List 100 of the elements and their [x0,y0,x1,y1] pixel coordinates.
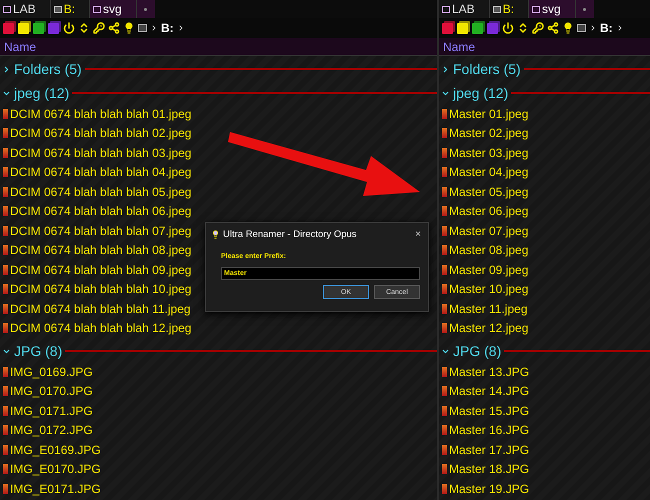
file-name[interactable]: Master 16.JPG [449,423,530,438]
tab[interactable]: B: [490,0,530,18]
share-icon[interactable] [108,22,120,34]
file-icon [442,366,447,377]
file-name[interactable]: Master 06.jpeg [449,204,528,218]
file-icon [442,386,447,396]
column-header[interactable]: Name [439,38,650,56]
file-icon [3,206,8,216]
file-name[interactable]: Master 19.JPG [449,482,530,496]
drive-icon [577,24,586,32]
file-icon [3,366,8,377]
file-name[interactable]: IMG_0172.JPG [10,423,93,438]
drive-icon [492,6,501,12]
file-icon [442,425,447,436]
file-name[interactable]: IMG_0171.JPG [10,404,93,418]
file-icon [3,186,8,197]
file-name[interactable]: Master 15.JPG [449,404,530,418]
file-icon [3,128,8,138]
file-name[interactable]: IMG_E0171.JPG [10,482,101,496]
file-icon [3,264,8,275]
group-title[interactable]: JPG (8) [14,343,62,359]
file-name[interactable]: Master 09.jpeg [449,262,528,277]
file-name[interactable]: DCIM 0674 blah blah blah 01.jpeg [10,106,192,121]
tab[interactable]: LAB [0,0,51,18]
group-title[interactable]: jpeg (12) [14,85,70,101]
folder-icon [3,6,11,12]
file-name[interactable]: DCIM 0674 blah blah blah 05.jpeg [10,184,192,199]
file-icon [442,406,447,416]
dialog-title: Ultra Renamer - Directory Opus [223,228,358,240]
file-name[interactable]: Master 11.jpeg [449,302,528,316]
power-icon[interactable] [502,22,514,34]
bulb-icon[interactable] [562,22,574,34]
file-icon [442,226,447,236]
column-header[interactable]: Name [0,38,437,56]
file-name[interactable]: DCIM 0674 blah blah blah 11.jpeg [10,302,191,316]
collapsed-icon[interactable] [2,64,11,74]
power-icon[interactable] [63,22,75,34]
tab[interactable]: svg [529,0,576,18]
tab[interactable]: svg [90,0,137,18]
file-name[interactable]: DCIM 0674 blah blah blah 12.jpeg [10,321,192,336]
tab[interactable]: LAB [439,0,490,18]
file-name[interactable]: DCIM 0674 blah blah blah 02.jpeg [10,126,192,140]
file-icon [3,245,8,256]
file-icon [3,226,8,236]
file-icon [442,148,447,158]
file-name[interactable]: Master 14.JPG [449,384,530,398]
file-icon [3,386,8,396]
file-name[interactable]: Master 04.jpeg [449,165,528,180]
group-title[interactable]: JPG (8) [453,343,502,359]
file-name[interactable]: IMG_E0169.JPG [10,442,101,457]
drive-icon [54,6,62,12]
file-name[interactable]: IMG_0169.JPG [10,364,93,379]
file-name[interactable]: Master 08.jpeg [449,243,528,258]
file-name[interactable]: DCIM 0674 blah blah blah 08.jpeg [10,243,192,258]
file-name[interactable]: DCIM 0674 blah blah blah 10.jpeg [10,282,192,296]
column-title: Name [443,40,476,54]
share-icon[interactable] [547,22,559,34]
up-down-icon[interactable] [517,22,529,34]
group-title[interactable]: Folders (5) [14,61,82,77]
file-name[interactable]: Master 18.JPG [449,462,530,476]
chevron-icon [589,24,597,32]
file-icon [3,304,8,314]
folder-icon [442,6,450,12]
tab[interactable]: B: [50,0,90,18]
collapsed-icon[interactable] [441,64,450,74]
stacked-squares-icon[interactable] [18,22,29,34]
file-icon [442,186,447,197]
file-name[interactable]: DCIM 0674 blah blah blah 09.jpeg [10,262,192,277]
file-name[interactable]: Master 02.jpeg [449,126,528,140]
bulb-icon[interactable] [123,22,135,34]
file-name[interactable]: Master 01.jpeg [449,106,528,121]
file-name[interactable]: Master 03.jpeg [449,146,528,160]
file-name[interactable]: DCIM 0674 blah blah blah 03.jpeg [10,146,192,160]
file-icon [442,264,447,275]
file-name[interactable]: DCIM 0674 blah blah blah 06.jpeg [10,204,192,218]
file-name[interactable]: IMG_E0170.JPG [10,462,101,476]
file-icon [3,323,8,334]
file-name[interactable]: Master 05.jpeg [449,184,528,199]
up-down-icon[interactable] [78,22,90,34]
key-icon[interactable] [93,22,105,34]
file-name[interactable]: Master 13.JPG [449,364,530,379]
file-name[interactable]: Master 17.JPG [449,442,530,457]
file-name[interactable]: Master 10.jpeg [449,282,528,296]
key-icon[interactable] [532,22,544,34]
file-icon [442,304,447,314]
file-name[interactable]: IMG_0170.JPG [10,384,93,398]
file-icon [3,108,8,119]
stacked-squares-icon[interactable] [457,22,468,34]
path-segment[interactable]: B: [161,21,174,35]
file-name[interactable]: Master 12.jpeg [449,321,528,336]
file-name[interactable]: Master 07.jpeg [449,224,528,238]
close-button[interactable]: × [412,228,424,240]
group-title[interactable]: jpeg (12) [453,85,508,101]
file-icon [3,464,8,474]
group-title[interactable]: Folders (5) [453,61,521,77]
file-name[interactable]: DCIM 0674 blah blah blah 04.jpeg [10,165,192,180]
file-icon [442,167,447,178]
file-icon [442,128,447,138]
file-name[interactable]: DCIM 0674 blah blah blah 07.jpeg [10,224,192,238]
path-segment[interactable]: B: [600,21,613,35]
